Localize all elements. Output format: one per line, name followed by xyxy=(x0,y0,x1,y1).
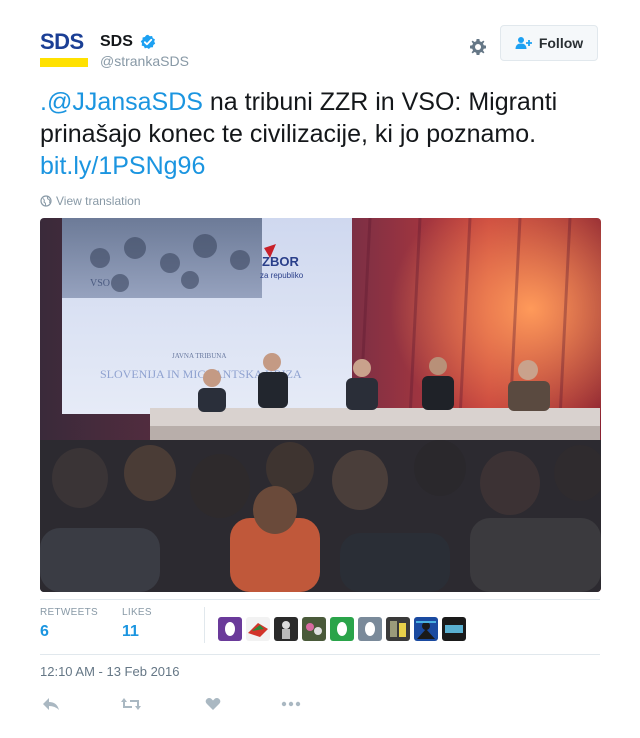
verified-icon xyxy=(140,34,156,50)
stats-separator xyxy=(204,607,205,643)
liker-avatar[interactable] xyxy=(274,617,298,641)
tweet-photo[interactable]: VSO ZBOR za republiko JAVNA TRIBUNA SLOV… xyxy=(40,218,601,592)
screen-logo-line1: ZBOR xyxy=(262,254,299,269)
avatar[interactable]: SDS xyxy=(40,30,92,68)
gear-icon[interactable] xyxy=(467,36,489,58)
retweets-stat[interactable]: RETWEETS 6 xyxy=(40,607,98,642)
liker-avatar[interactable] xyxy=(358,617,382,641)
retweets-count: 6 xyxy=(40,623,49,640)
logo-yellow-bar xyxy=(40,58,88,67)
likes-label: LIKES xyxy=(122,607,152,618)
liker-avatars xyxy=(218,617,470,641)
liker-avatar[interactable] xyxy=(302,617,326,641)
tweet-header: SDS SDS @strankaSDS Follow xyxy=(40,25,600,70)
tweet-timestamp[interactable]: 12:10 AM - 13 Feb 2016 xyxy=(40,664,179,679)
follow-label: Follow xyxy=(538,35,584,51)
reply-icon[interactable] xyxy=(40,694,62,714)
view-translation[interactable]: View translation xyxy=(40,194,141,208)
liker-avatar[interactable] xyxy=(386,617,410,641)
display-name[interactable]: SDS xyxy=(100,32,133,52)
liker-avatar[interactable] xyxy=(414,617,438,641)
liker-avatar[interactable] xyxy=(442,617,466,641)
screen-vso-text: VSO xyxy=(90,278,110,289)
divider-bottom xyxy=(40,654,600,655)
short-link[interactable]: bit.ly/1PSNg96 xyxy=(40,152,205,180)
view-translation-label: View translation xyxy=(56,194,141,208)
likes-count: 11 xyxy=(122,623,139,640)
liker-avatar[interactable] xyxy=(218,617,242,641)
mention-link[interactable]: .@JJansaSDS xyxy=(40,88,203,116)
screen-logo-line2: za republiko xyxy=(260,271,304,280)
screen-subtitle: JAVNA TRIBUNA xyxy=(172,352,226,360)
like-icon[interactable] xyxy=(202,694,224,714)
tweet-actions xyxy=(40,694,340,714)
divider-top xyxy=(40,599,600,600)
liker-avatar[interactable] xyxy=(246,617,270,641)
globe-icon xyxy=(40,195,52,207)
tweet-stats: RETWEETS 6 LIKES 11 xyxy=(40,607,600,647)
likes-stat[interactable]: LIKES 11 xyxy=(122,607,152,642)
liker-avatar[interactable] xyxy=(330,617,354,641)
tweet-text: .@JJansaSDS na tribuni ZZR in VSO: Migra… xyxy=(40,86,600,182)
retweet-icon[interactable] xyxy=(120,694,142,714)
retweets-label: RETWEETS xyxy=(40,607,98,618)
tweet-card: SDS SDS @strankaSDS Follow .@JJansaSDS n… xyxy=(0,0,640,738)
account-names[interactable]: SDS @strankaSDS xyxy=(100,32,189,70)
follow-button[interactable]: Follow xyxy=(500,25,598,61)
logo-text: SDS xyxy=(40,29,84,54)
handle[interactable]: @strankaSDS xyxy=(100,52,189,70)
more-icon[interactable] xyxy=(280,694,302,714)
follow-person-icon xyxy=(515,37,532,49)
